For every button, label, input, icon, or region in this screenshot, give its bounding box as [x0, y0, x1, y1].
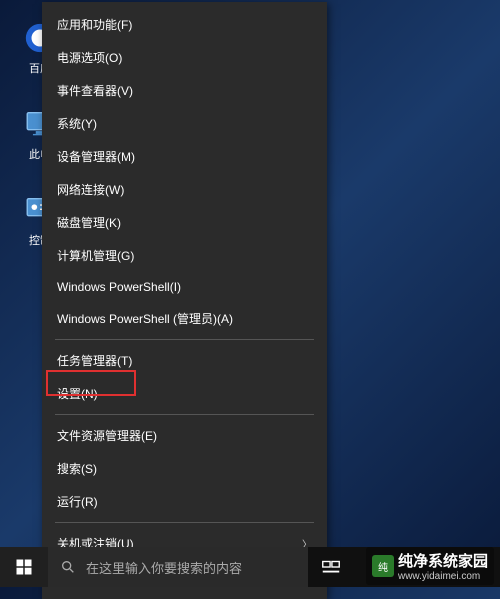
task-view-icon [320, 556, 342, 578]
taskbar-search[interactable]: 在这里输入你要搜索的内容 [48, 547, 308, 587]
menu-item-label: 应用和功能(F) [57, 16, 132, 33]
menu-item-label: 文件资源管理器(E) [57, 427, 157, 444]
watermark-logo-icon: 纯 [372, 555, 394, 577]
menu-item-label: 事件查看器(V) [57, 82, 133, 99]
menu-item-task-manager[interactable]: 任务管理器(T) [43, 344, 326, 377]
search-icon [60, 559, 76, 575]
menu-item-device-manager[interactable]: 设备管理器(M) [43, 140, 326, 173]
menu-separator [55, 339, 314, 340]
menu-item-label: 电源选项(O) [57, 49, 122, 66]
menu-item-label: 设备管理器(M) [57, 148, 135, 165]
menu-item-computer-management[interactable]: 计算机管理(G) [43, 239, 326, 272]
menu-item-label: 运行(R) [57, 493, 98, 510]
menu-item-search[interactable]: 搜索(S) [43, 452, 326, 485]
menu-item-label: 网络连接(W) [57, 181, 124, 198]
menu-item-powershell-admin[interactable]: Windows PowerShell (管理员)(A) [43, 302, 326, 335]
start-button[interactable] [0, 547, 48, 587]
watermark-url: www.yidaimei.com [398, 571, 488, 582]
search-placeholder: 在这里输入你要搜索的内容 [86, 558, 242, 577]
winx-context-menu: 应用和功能(F) 电源选项(O) 事件查看器(V) 系统(Y) 设备管理器(M)… [42, 2, 327, 599]
windows-logo-icon [15, 558, 33, 576]
menu-item-label: Windows PowerShell (管理员)(A) [57, 310, 233, 327]
menu-item-event-viewer[interactable]: 事件查看器(V) [43, 74, 326, 107]
watermark: 纯 纯净系统家园 www.yidaimei.com [366, 547, 494, 585]
menu-item-label: 计算机管理(G) [57, 247, 134, 264]
watermark-text: 纯净系统家园 www.yidaimei.com [398, 550, 488, 582]
menu-item-disk-management[interactable]: 磁盘管理(K) [43, 206, 326, 239]
desktop: 百度 此电 控制 应用和功能(F) 电源选项(O) 事件查看器(V) 系统(Y)… [0, 0, 500, 587]
taskbar-pinned-area [308, 547, 354, 587]
menu-item-settings[interactable]: 设置(N) [43, 377, 326, 410]
menu-item-run[interactable]: 运行(R) [43, 485, 326, 518]
menu-item-apps-features[interactable]: 应用和功能(F) [43, 8, 326, 41]
menu-separator [55, 522, 314, 523]
menu-item-label: 系统(Y) [57, 115, 97, 132]
menu-item-label: Windows PowerShell(I) [57, 280, 181, 294]
menu-item-system[interactable]: 系统(Y) [43, 107, 326, 140]
menu-item-label: 任务管理器(T) [57, 352, 132, 369]
menu-item-label: 设置(N) [57, 385, 98, 402]
menu-item-powershell[interactable]: Windows PowerShell(I) [43, 272, 326, 302]
menu-item-label: 磁盘管理(K) [57, 214, 121, 231]
menu-item-label: 搜索(S) [57, 460, 97, 477]
watermark-title: 纯净系统家园 [398, 550, 488, 571]
menu-item-power-options[interactable]: 电源选项(O) [43, 41, 326, 74]
taskbar-task-view[interactable] [308, 547, 354, 587]
menu-item-network-connections[interactable]: 网络连接(W) [43, 173, 326, 206]
menu-separator [55, 414, 314, 415]
menu-item-file-explorer[interactable]: 文件资源管理器(E) [43, 419, 326, 452]
